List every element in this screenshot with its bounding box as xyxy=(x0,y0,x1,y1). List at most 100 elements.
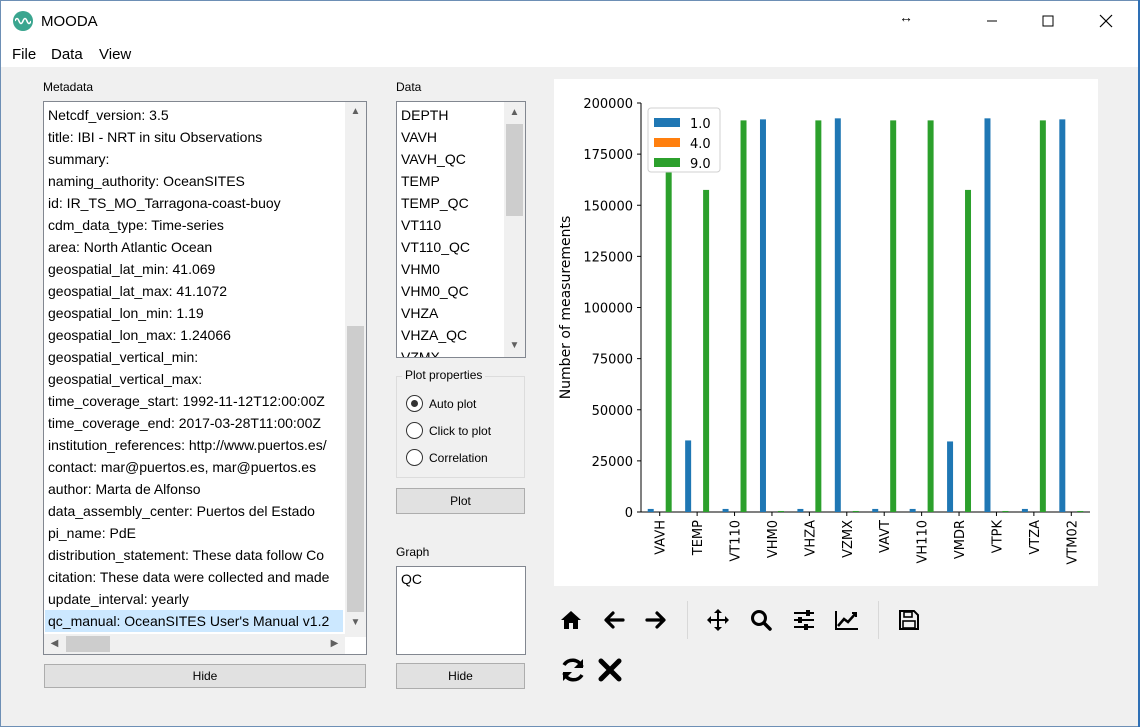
data-vscroll-thumb[interactable] xyxy=(506,124,523,216)
metadata-line[interactable]: data_assembly_center: Puertos del Estado xyxy=(48,500,315,522)
data-vertical-scrollbar[interactable]: ▲ ▼ xyxy=(504,102,525,357)
metadata-line[interactable]: author: Marta de Alfonso xyxy=(48,478,201,500)
metadata-line[interactable]: geospatial_vertical_max: xyxy=(48,368,202,390)
bar-vzmx-series-0 xyxy=(834,118,841,513)
metadata-line[interactable]: cdm_data_type: Time-series xyxy=(48,214,224,236)
maximize-button[interactable] xyxy=(1019,1,1077,41)
metadata-hide-button[interactable]: Hide xyxy=(44,664,366,688)
graph-item-qc[interactable]: QC xyxy=(401,571,422,587)
y-tick-label: 25000 xyxy=(592,455,633,470)
clear-icon[interactable] xyxy=(595,655,625,685)
metadata-line[interactable]: distribution_statement: These data follo… xyxy=(48,544,324,566)
data-variable-item[interactable]: VZMX xyxy=(401,346,440,357)
bar-vtm02-series-2 xyxy=(1077,510,1084,512)
metadata-line[interactable]: geospatial_lat_min: 41.069 xyxy=(48,258,215,280)
back-arrow-icon[interactable] xyxy=(599,605,629,635)
metadata-vertical-scrollbar[interactable]: ▲ ▼ xyxy=(345,102,366,637)
radio-option[interactable]: Correlation xyxy=(406,449,488,466)
data-variable-item[interactable]: VT110 xyxy=(401,214,441,236)
menu-bar: File Data View xyxy=(1,41,1139,67)
scroll-right-arrow-icon[interactable]: ▶ xyxy=(326,638,343,649)
radio-button[interactable] xyxy=(406,449,423,466)
data-variable-item[interactable]: DEPTH xyxy=(401,104,448,126)
zoom-icon[interactable] xyxy=(746,605,776,635)
data-variable-item[interactable]: TEMP_QC xyxy=(401,192,469,214)
scroll-down-arrow-icon[interactable]: ▼ xyxy=(506,340,523,351)
minimize-button[interactable] xyxy=(963,1,1021,41)
data-variable-item[interactable]: VHM0_QC xyxy=(401,280,469,302)
metadata-line[interactable]: Netcdf_version: 3.5 xyxy=(48,104,169,126)
metadata-line[interactable]: geospatial_lat_max: 41.1072 xyxy=(48,280,227,302)
metadata-line[interactable]: qc_manual: OceanSITES User's Manual v1.2 xyxy=(45,610,343,632)
metadata-line[interactable]: naming_authority: OceanSITES xyxy=(48,170,245,192)
data-variable-item[interactable]: VHZA xyxy=(401,302,438,324)
pan-icon[interactable] xyxy=(703,605,733,635)
data-variable-item[interactable]: VT110_QC xyxy=(401,236,470,258)
metadata-line[interactable]: update_interval: yearly xyxy=(48,588,189,610)
y-tick-label: 50000 xyxy=(592,404,633,419)
metadata-line[interactable]: pi_name: PdE xyxy=(48,522,136,544)
bar-vavt-series-2 xyxy=(890,120,897,512)
data-variable-item[interactable]: TEMP xyxy=(401,170,440,192)
metadata-line[interactable]: geospatial_lon_max: 1.24066 xyxy=(48,324,231,346)
radio-button[interactable] xyxy=(406,395,423,412)
edit-axes-icon[interactable] xyxy=(832,605,862,635)
metadata-line[interactable]: geospatial_lon_min: 1.19 xyxy=(48,302,204,324)
forward-arrow-icon[interactable] xyxy=(641,605,671,635)
legend-swatch xyxy=(654,138,680,147)
bar-vavt-series-0 xyxy=(872,508,879,512)
x-tick-label: VAVT xyxy=(878,520,893,553)
metadata-line[interactable]: institution_references: http://www.puert… xyxy=(48,434,327,456)
bar-vzmx-series-2 xyxy=(852,510,859,512)
title-bar[interactable]: MOODA ↔ xyxy=(1,1,1139,41)
bar-vt110-series-0 xyxy=(722,508,729,512)
menu-data[interactable]: Data xyxy=(51,46,83,63)
data-variable-item[interactable]: VHZA_QC xyxy=(401,324,467,346)
metadata-hscroll-thumb[interactable] xyxy=(66,636,110,652)
metadata-line[interactable]: title: IBI - NRT in situ Observations xyxy=(48,126,262,148)
metadata-line[interactable]: time_coverage_end: 2017-03-28T11:00:00Z xyxy=(48,412,321,434)
radio-option[interactable]: Click to plot xyxy=(406,422,491,439)
configure-subplots-icon[interactable] xyxy=(789,605,819,635)
home-icon[interactable] xyxy=(556,605,586,635)
data-variable-item[interactable]: VAVH_QC xyxy=(401,148,466,170)
metadata-label: Metadata xyxy=(43,80,94,94)
metadata-line[interactable]: contact: mar@puertos.es, mar@puertos.es xyxy=(48,456,316,478)
menu-file[interactable]: File xyxy=(12,46,36,63)
legend-label: 4.0 xyxy=(690,137,711,152)
bar-vmdr-series-2 xyxy=(965,189,972,512)
close-icon xyxy=(1099,14,1113,28)
data-variable-item[interactable]: VHM0 xyxy=(401,258,440,280)
close-button[interactable] xyxy=(1077,1,1135,41)
metadata-line[interactable]: area: North Atlantic Ocean xyxy=(48,236,212,258)
data-variable-item[interactable]: VAVH xyxy=(401,126,437,148)
x-tick-label: VMDR xyxy=(953,520,968,559)
scroll-up-arrow-icon[interactable]: ▲ xyxy=(506,107,523,118)
scroll-left-arrow-icon[interactable]: ◀ xyxy=(46,638,63,649)
menu-view[interactable]: View xyxy=(99,46,131,63)
legend-swatch xyxy=(654,158,680,167)
plot-button[interactable]: Plot xyxy=(396,488,525,514)
metadata-line[interactable]: time_coverage_start: 1992-11-12T12:00:00… xyxy=(48,390,325,412)
metadata-line[interactable]: geospatial_vertical_min: xyxy=(48,346,198,368)
graph-list[interactable]: QC xyxy=(396,566,526,655)
metadata-line[interactable]: summary: xyxy=(48,148,109,170)
metadata-line[interactable]: id: IR_TS_MO_Tarragona-coast-buoy xyxy=(48,192,281,214)
save-icon[interactable] xyxy=(894,605,924,635)
metadata-line[interactable]: citation: These data were collected and … xyxy=(48,566,329,588)
radio-button[interactable] xyxy=(406,422,423,439)
metadata-vscroll-thumb[interactable] xyxy=(347,326,364,612)
y-tick-label: 175000 xyxy=(583,148,633,163)
data-variable-list[interactable]: DEPTH VAVH VAVH_QC TEMP TEMP_QC VT110 VT110_QC… xyxy=(396,101,526,358)
plot-canvas[interactable]: 0 25000 50000 75000 100000 125000 150000 175000… xyxy=(554,79,1098,586)
y-tick-label: 125000 xyxy=(583,250,633,265)
metadata-list[interactable]: Netcdf_version: 3.5 title: IBI - NRT in s… xyxy=(43,101,367,655)
refresh-icon[interactable] xyxy=(558,655,588,685)
legend-swatch xyxy=(654,118,680,127)
scroll-down-arrow-icon[interactable]: ▼ xyxy=(347,617,364,628)
graph-hide-button[interactable]: Hide xyxy=(396,663,525,689)
scroll-up-arrow-icon[interactable]: ▲ xyxy=(347,106,364,117)
metadata-horizontal-scrollbar[interactable]: ◀ ▶ xyxy=(44,634,345,654)
plot-properties-title: Plot properties xyxy=(402,368,486,382)
radio-option[interactable]: Auto plot xyxy=(406,395,476,412)
